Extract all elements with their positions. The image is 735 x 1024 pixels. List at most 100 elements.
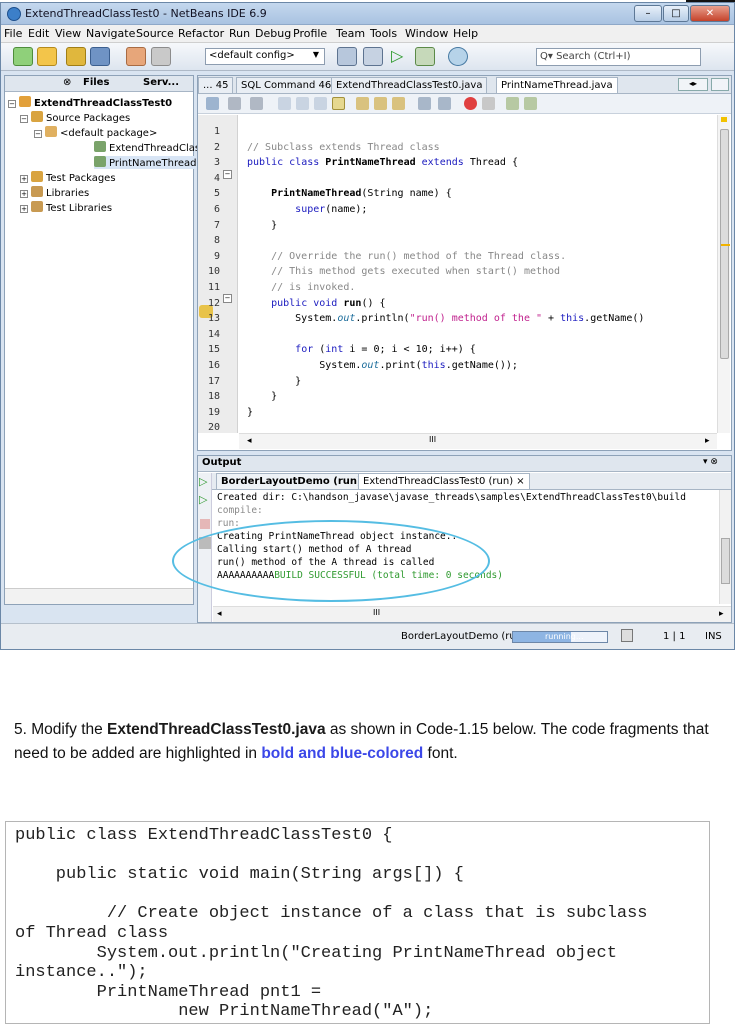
previous-bookmark-icon[interactable] xyxy=(356,97,369,110)
tree-item-test-libraries[interactable]: + Test Libraries xyxy=(20,201,112,214)
profile-icon[interactable] xyxy=(448,47,468,66)
debug-icon[interactable] xyxy=(415,47,435,66)
menu-profile[interactable]: Profile xyxy=(293,27,327,40)
tree-item-libraries[interactable]: + Libraries xyxy=(20,186,89,199)
toggle-highlight-icon[interactable] xyxy=(332,97,345,110)
config-select[interactable]: <default config> ▼ xyxy=(205,48,325,65)
undo-icon[interactable] xyxy=(126,47,146,66)
output-horizontal-scrollbar[interactable]: ◂ III ▸ xyxy=(213,606,731,622)
maximize-button[interactable]: □ xyxy=(663,5,689,22)
scroll-grip[interactable]: III xyxy=(373,608,380,617)
instruction-highlight-text: bold and blue-colored xyxy=(261,745,424,762)
tab-services[interactable]: Serv... xyxy=(143,77,179,88)
shift-right-icon[interactable] xyxy=(438,97,451,110)
toggle-bookmark-icon[interactable] xyxy=(392,97,405,110)
tree-item-source-packages[interactable]: − Source Packages xyxy=(20,111,130,124)
fold-collapse-icon[interactable]: − xyxy=(223,294,232,303)
scroll-left-icon[interactable]: ◂ xyxy=(217,609,222,619)
close-button[interactable]: ✕ xyxy=(690,5,730,22)
rerun-icon[interactable]: ▷ xyxy=(199,475,207,488)
warning-stripe-marker[interactable] xyxy=(721,244,730,246)
start-macro-icon[interactable] xyxy=(464,97,477,110)
close-tab-icon[interactable]: × xyxy=(516,476,524,487)
tree-item-project[interactable]: − ExtendThreadClassTest0 xyxy=(8,96,172,109)
tree-item-printnamethread[interactable]: PrintNameThread.j xyxy=(94,156,205,169)
menu-refactor[interactable]: Refactor xyxy=(178,27,224,40)
output-window-controls-icon[interactable]: ▾ ⊗ xyxy=(703,457,718,467)
menu-team[interactable]: Team xyxy=(336,27,365,40)
code-line: } xyxy=(247,406,254,418)
save-all-icon[interactable] xyxy=(90,47,110,66)
main-toolbar: <default config> ▼ ▷ Q▾ Search (Ctrl+I) xyxy=(1,43,734,71)
tab-printnamethread[interactable]: PrintNameThread.java xyxy=(496,77,618,93)
source-view-icon[interactable] xyxy=(206,97,219,110)
find-next-icon[interactable] xyxy=(314,97,327,110)
comment-icon[interactable] xyxy=(506,97,519,110)
editor-vertical-scrollbar[interactable] xyxy=(717,115,730,433)
code-line: // Subclass extends Thread class xyxy=(247,141,440,153)
tab-scroll-arrows-icon[interactable]: ◂▸ xyxy=(678,78,708,91)
stop-macro-icon[interactable] xyxy=(482,97,495,110)
run-play-icon[interactable]: ▷ xyxy=(391,47,407,66)
tree-item-test-packages[interactable]: + Test Packages xyxy=(20,171,116,184)
scroll-right-icon[interactable]: ▸ xyxy=(705,436,710,446)
fold-collapse-icon[interactable]: − xyxy=(223,170,232,179)
menu-window[interactable]: Window xyxy=(405,27,448,40)
tree-item-default-package[interactable]: − <default package> xyxy=(34,126,157,139)
scroll-thumb[interactable] xyxy=(721,538,730,584)
code-line: super(name); xyxy=(295,204,368,215)
scroll-right-icon[interactable]: ▸ xyxy=(719,609,724,619)
menu-file[interactable]: File xyxy=(4,27,22,40)
collapse-icon[interactable]: − xyxy=(34,130,42,138)
code-text-area[interactable]: // Subclass extends Thread class public c… xyxy=(239,115,717,433)
minimize-button[interactable]: – xyxy=(634,5,662,22)
tab-files[interactable]: Files xyxy=(83,77,109,88)
error-stripe-marker[interactable] xyxy=(721,117,727,122)
tab-extendthreadclasstest0-run[interactable]: ExtendThreadClassTest0 (run) × xyxy=(358,473,530,490)
editor-horizontal-scrollbar[interactable]: ◂ III ▸ xyxy=(239,433,717,449)
stop-icon[interactable] xyxy=(200,519,210,529)
next-bookmark-icon[interactable] xyxy=(374,97,387,110)
menu-help[interactable]: Help xyxy=(453,27,478,40)
back-icon[interactable] xyxy=(228,97,241,110)
tab-borderlayoutdemo[interactable]: BorderLayoutDemo (run) × xyxy=(216,473,379,490)
open-project-icon[interactable] xyxy=(66,47,86,66)
shift-left-icon[interactable] xyxy=(418,97,431,110)
search-input[interactable]: Q▾ Search (Ctrl+I) xyxy=(536,48,701,66)
expand-icon[interactable]: + xyxy=(20,175,28,183)
uncomment-icon[interactable] xyxy=(524,97,537,110)
menu-tools[interactable]: Tools xyxy=(370,27,397,40)
scroll-grip[interactable]: III xyxy=(429,435,436,444)
find-previous-icon[interactable] xyxy=(296,97,309,110)
tab-extendthreadclasstest0[interactable]: ExtendThreadClassTest0.java xyxy=(331,77,488,93)
menu-navigate[interactable]: Navigate xyxy=(86,27,135,40)
rerun-with-parameters-icon[interactable]: ▷ xyxy=(199,493,207,506)
menu-run[interactable]: Run xyxy=(229,27,250,40)
new-file-icon[interactable] xyxy=(13,47,33,66)
output-vertical-scrollbar[interactable] xyxy=(719,490,731,604)
tree-item-extendthreadclass[interactable]: ExtendThreadClass xyxy=(94,141,205,154)
find-icon[interactable] xyxy=(278,97,291,110)
expand-icon[interactable]: + xyxy=(20,205,28,213)
clean-build-icon[interactable] xyxy=(363,47,383,66)
redo-icon[interactable] xyxy=(151,47,171,66)
menu-view[interactable]: View xyxy=(55,27,81,40)
left-horizontal-scrollbar[interactable] xyxy=(5,588,193,604)
collapse-icon[interactable]: − xyxy=(8,100,16,108)
menu-debug[interactable]: Debug xyxy=(255,27,291,40)
window-menu-icon[interactable] xyxy=(711,78,729,91)
menu-edit[interactable]: Edit xyxy=(28,27,49,40)
menu-source[interactable]: Source xyxy=(136,27,174,40)
scroll-left-icon[interactable]: ◂ xyxy=(247,436,252,446)
cancel-task-icon[interactable] xyxy=(621,629,633,642)
build-hammer-icon[interactable] xyxy=(337,47,357,66)
expand-icon[interactable]: + xyxy=(20,190,28,198)
tab-sql-command[interactable]: SQL Command 46 xyxy=(236,77,337,93)
tab-overflow[interactable]: ... 45 xyxy=(198,77,234,93)
collapse-icon[interactable]: − xyxy=(20,115,28,123)
line-number: 18 xyxy=(207,391,220,403)
close-tab-icon[interactable]: ⊗ xyxy=(63,77,71,88)
tree-label: PrintNameThread.j xyxy=(109,158,203,169)
forward-icon[interactable] xyxy=(250,97,263,110)
new-project-icon[interactable] xyxy=(37,47,57,66)
